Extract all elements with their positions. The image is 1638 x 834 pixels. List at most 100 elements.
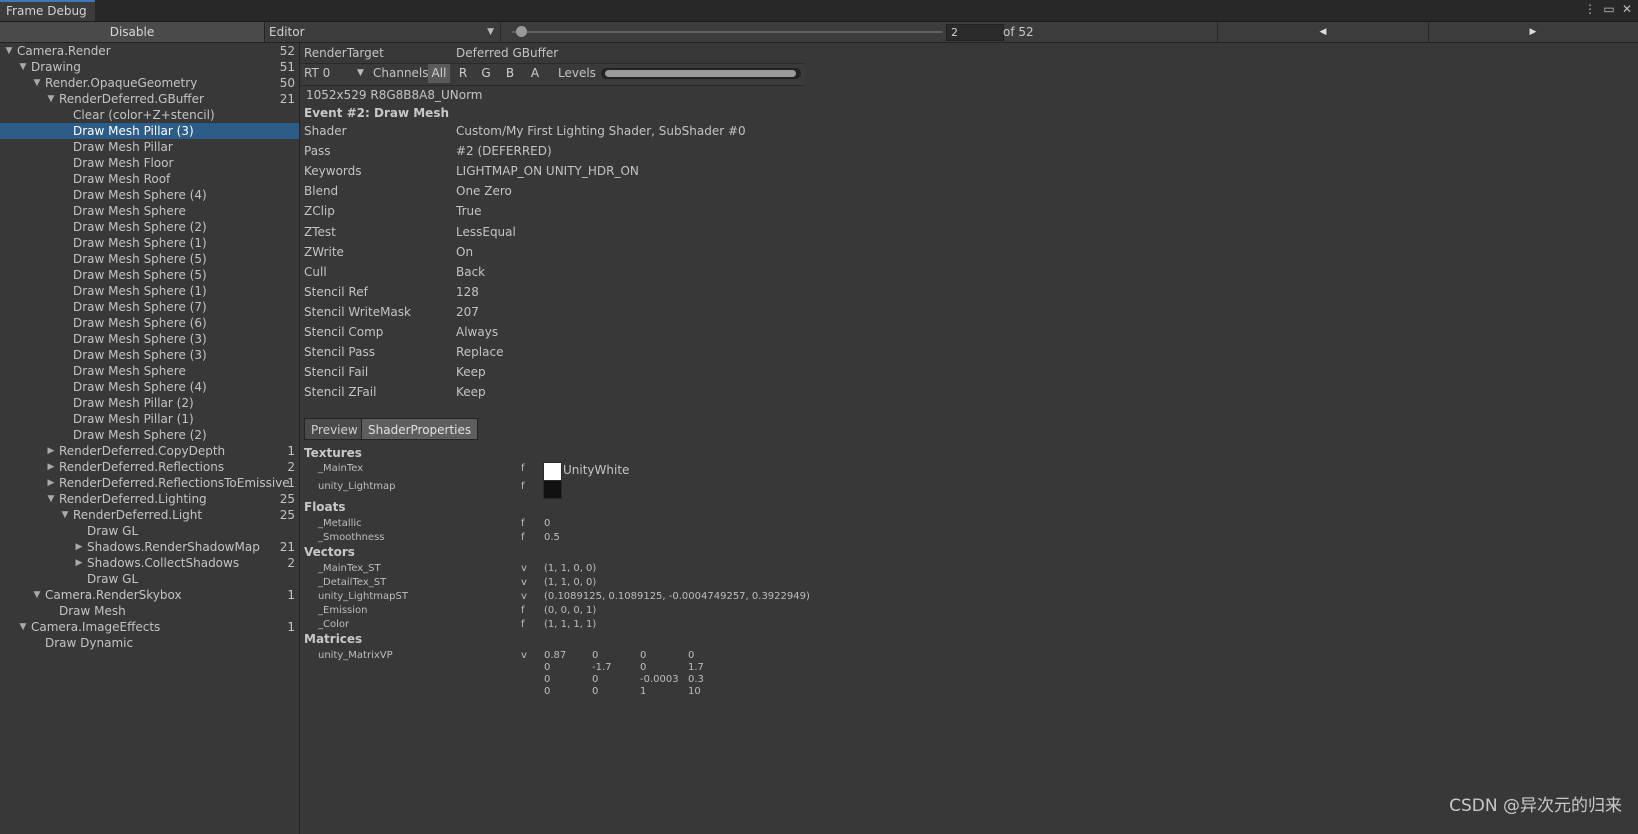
tree-item[interactable]: Draw Mesh: [0, 603, 299, 619]
channels-label: Channels: [373, 66, 429, 80]
tree-item-count: 1: [287, 476, 295, 490]
collapsed-arrow-icon[interactable]: ▶: [46, 443, 56, 459]
tree-item[interactable]: ▼ Render.OpaqueGeometry 50: [0, 75, 299, 91]
matrix-cell: 0: [640, 662, 647, 673]
tree-item[interactable]: Draw Mesh Sphere (4): [0, 379, 299, 395]
tree-item[interactable]: Draw Mesh Pillar (3): [0, 123, 299, 139]
tree-item[interactable]: ▼ Camera.ImageEffects 1: [0, 619, 299, 635]
tree-item-count: 50: [279, 76, 295, 90]
rt-select[interactable]: RT 0 ▼: [304, 66, 366, 80]
expanded-arrow-icon[interactable]: ▼: [4, 43, 14, 59]
tree-item[interactable]: ▶ Shadows.RenderShadowMap 21: [0, 539, 299, 555]
matrix-cell: 1: [640, 686, 647, 697]
property-key: ZWrite: [304, 244, 344, 259]
tree-item[interactable]: Draw Mesh Sphere: [0, 363, 299, 379]
tree-item-count: 52: [279, 44, 295, 58]
tree-item[interactable]: Draw Mesh Roof: [0, 171, 299, 187]
expanded-arrow-icon[interactable]: ▼: [18, 619, 28, 635]
tree-item-label: Draw Mesh Pillar (3): [73, 124, 194, 138]
tab-preview[interactable]: Preview: [304, 418, 365, 440]
tree-item-label: Draw Mesh Roof: [73, 172, 171, 186]
tree-item[interactable]: Draw Mesh Sphere (2): [0, 427, 299, 443]
tree-item[interactable]: ▼ RenderDeferred.GBuffer 21: [0, 91, 299, 107]
tree-item[interactable]: Draw Mesh Sphere (5): [0, 267, 299, 283]
levels-range-fill[interactable]: [605, 70, 796, 77]
tree-item[interactable]: Draw GL: [0, 523, 299, 539]
channel-b-button[interactable]: B: [500, 64, 520, 83]
tree-item[interactable]: Draw Mesh Sphere (5): [0, 251, 299, 267]
event-index-field[interactable]: 2: [946, 24, 1004, 41]
next-event-button[interactable]: ▶: [1428, 22, 1638, 42]
tree-item-label: Camera.Render: [17, 44, 111, 58]
collapsed-arrow-icon[interactable]: ▶: [74, 555, 84, 571]
render-target-label: RenderTarget: [304, 46, 384, 60]
tree-item-label: Draw Mesh Sphere (3): [73, 332, 207, 346]
tab-frame-debug[interactable]: Frame Debug: [0, 0, 95, 21]
tab-shader-properties[interactable]: ShaderProperties: [361, 418, 479, 440]
tree-item-label: Draw GL: [87, 524, 139, 538]
tree-item[interactable]: Draw Mesh Sphere (7): [0, 299, 299, 315]
target-dropdown[interactable]: Editor ▼: [266, 22, 501, 42]
tree-item[interactable]: Draw GL: [0, 571, 299, 587]
tree-item[interactable]: Draw Mesh Pillar (2): [0, 395, 299, 411]
property-value: LessEqual: [456, 224, 516, 239]
channel-g-button[interactable]: G: [476, 64, 496, 83]
tree-item[interactable]: ▼ RenderDeferred.Lighting 25: [0, 491, 299, 507]
expanded-arrow-icon[interactable]: ▼: [60, 507, 70, 523]
more-vert-icon[interactable]: ⋮: [1583, 2, 1597, 16]
tree-item[interactable]: ▶ RenderDeferred.ReflectionsToEmissive 1: [0, 475, 299, 491]
tree-item[interactable]: Draw Dynamic: [0, 635, 299, 651]
tree-item[interactable]: Draw Mesh Sphere: [0, 203, 299, 219]
tree-item-count: 21: [279, 540, 295, 554]
tree-item[interactable]: ▼ Camera.RenderSkybox 1: [0, 587, 299, 603]
event-slider-track[interactable]: [512, 31, 942, 33]
tree-item[interactable]: Draw Mesh Sphere (1): [0, 283, 299, 299]
tree-item[interactable]: Draw Mesh Sphere (1): [0, 235, 299, 251]
tree-item[interactable]: Draw Mesh Sphere (3): [0, 347, 299, 363]
tree-item[interactable]: Draw Mesh Sphere (3): [0, 331, 299, 347]
property-value: #2 (DEFERRED): [456, 144, 552, 159]
property-key: Stencil Ref: [304, 284, 368, 299]
tree-item[interactable]: ▼ Camera.Render 52: [0, 43, 299, 59]
tree-item[interactable]: ▶ Shadows.CollectShadows 2: [0, 555, 299, 571]
tree-item[interactable]: Draw Mesh Sphere (4): [0, 187, 299, 203]
tree-item[interactable]: Clear (color+Z+stencil): [0, 107, 299, 123]
tree-item[interactable]: Draw Mesh Sphere (6): [0, 315, 299, 331]
close-icon[interactable]: ✕: [1620, 2, 1634, 16]
expanded-arrow-icon[interactable]: ▼: [32, 587, 42, 603]
shader-prop-stage: f: [521, 463, 525, 474]
tree-item[interactable]: ▶ RenderDeferred.Reflections 2: [0, 459, 299, 475]
property-key: ZClip: [304, 204, 335, 219]
channel-r-button[interactable]: R: [453, 64, 473, 83]
collapsed-arrow-icon[interactable]: ▶: [46, 459, 56, 475]
watermark: CSDN @异次元的归来: [1449, 796, 1622, 816]
tree-item[interactable]: ▼ Drawing 51: [0, 59, 299, 75]
tree-item[interactable]: Draw Mesh Floor: [0, 155, 299, 171]
tree-item[interactable]: Draw Mesh Pillar: [0, 139, 299, 155]
maximize-icon[interactable]: ▭: [1602, 2, 1616, 16]
collapsed-arrow-icon[interactable]: ▶: [46, 475, 56, 491]
shader-prop-stage: f: [521, 481, 525, 492]
tree-item-label: Draw Mesh Sphere (4): [73, 188, 207, 202]
channel-all-button[interactable]: All: [428, 64, 450, 83]
property-value: Custom/My First Lighting Shader, SubShad…: [456, 124, 746, 138]
tree-item-label: Draw Mesh Sphere (1): [73, 236, 207, 250]
tree-item[interactable]: Draw Mesh Pillar (1): [0, 411, 299, 427]
expanded-arrow-icon[interactable]: ▼: [32, 75, 42, 91]
tree-item-label: Draw Mesh Floor: [73, 156, 174, 170]
matrix-cell: 0.3: [688, 674, 704, 685]
tree-item[interactable]: Draw Mesh Sphere (2): [0, 219, 299, 235]
expanded-arrow-icon[interactable]: ▼: [18, 59, 28, 75]
collapsed-arrow-icon[interactable]: ▶: [74, 539, 84, 555]
render-target-value: Deferred GBuffer: [456, 46, 559, 60]
shader-prop-value: (0, 0, 0, 1): [544, 605, 597, 616]
tree-item[interactable]: ▼ RenderDeferred.Light 25: [0, 507, 299, 523]
expanded-arrow-icon[interactable]: ▼: [46, 491, 56, 507]
previous-event-button[interactable]: ◀: [1217, 22, 1429, 42]
tree-item[interactable]: ▶ RenderDeferred.CopyDepth 1: [0, 443, 299, 459]
channel-a-button[interactable]: A: [524, 64, 546, 83]
tree-item-label: Draw Mesh Sphere (1): [73, 284, 207, 298]
disable-button[interactable]: Disable: [0, 22, 265, 42]
event-slider-thumb[interactable]: [515, 26, 527, 37]
expanded-arrow-icon[interactable]: ▼: [46, 91, 56, 107]
